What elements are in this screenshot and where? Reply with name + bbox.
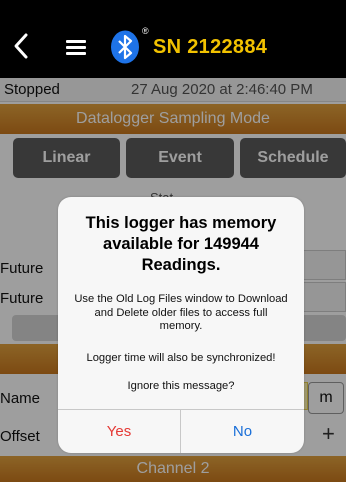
alert-sync-note: Logger time will also be synchronized! [86, 352, 276, 364]
chevron-left-icon[interactable] [12, 32, 30, 60]
no-button[interactable]: No [181, 410, 304, 453]
menu-icon[interactable] [66, 40, 86, 55]
top-bar: ® SN 2122884 [0, 0, 346, 78]
alert-body: Use the Old Log Files window to Download… [74, 293, 288, 332]
device-serial-title: SN 2122884 [153, 36, 268, 58]
memory-alert-dialog: This logger has memory available for 149… [58, 197, 304, 453]
registered-mark: ® [142, 26, 149, 36]
alert-question: Ignore this message? [127, 380, 235, 392]
alert-title: This logger has memory available for 149… [85, 214, 277, 274]
bluetooth-icon [111, 30, 139, 64]
alert-buttons: Yes No [58, 409, 304, 453]
yes-button[interactable]: Yes [58, 410, 181, 453]
